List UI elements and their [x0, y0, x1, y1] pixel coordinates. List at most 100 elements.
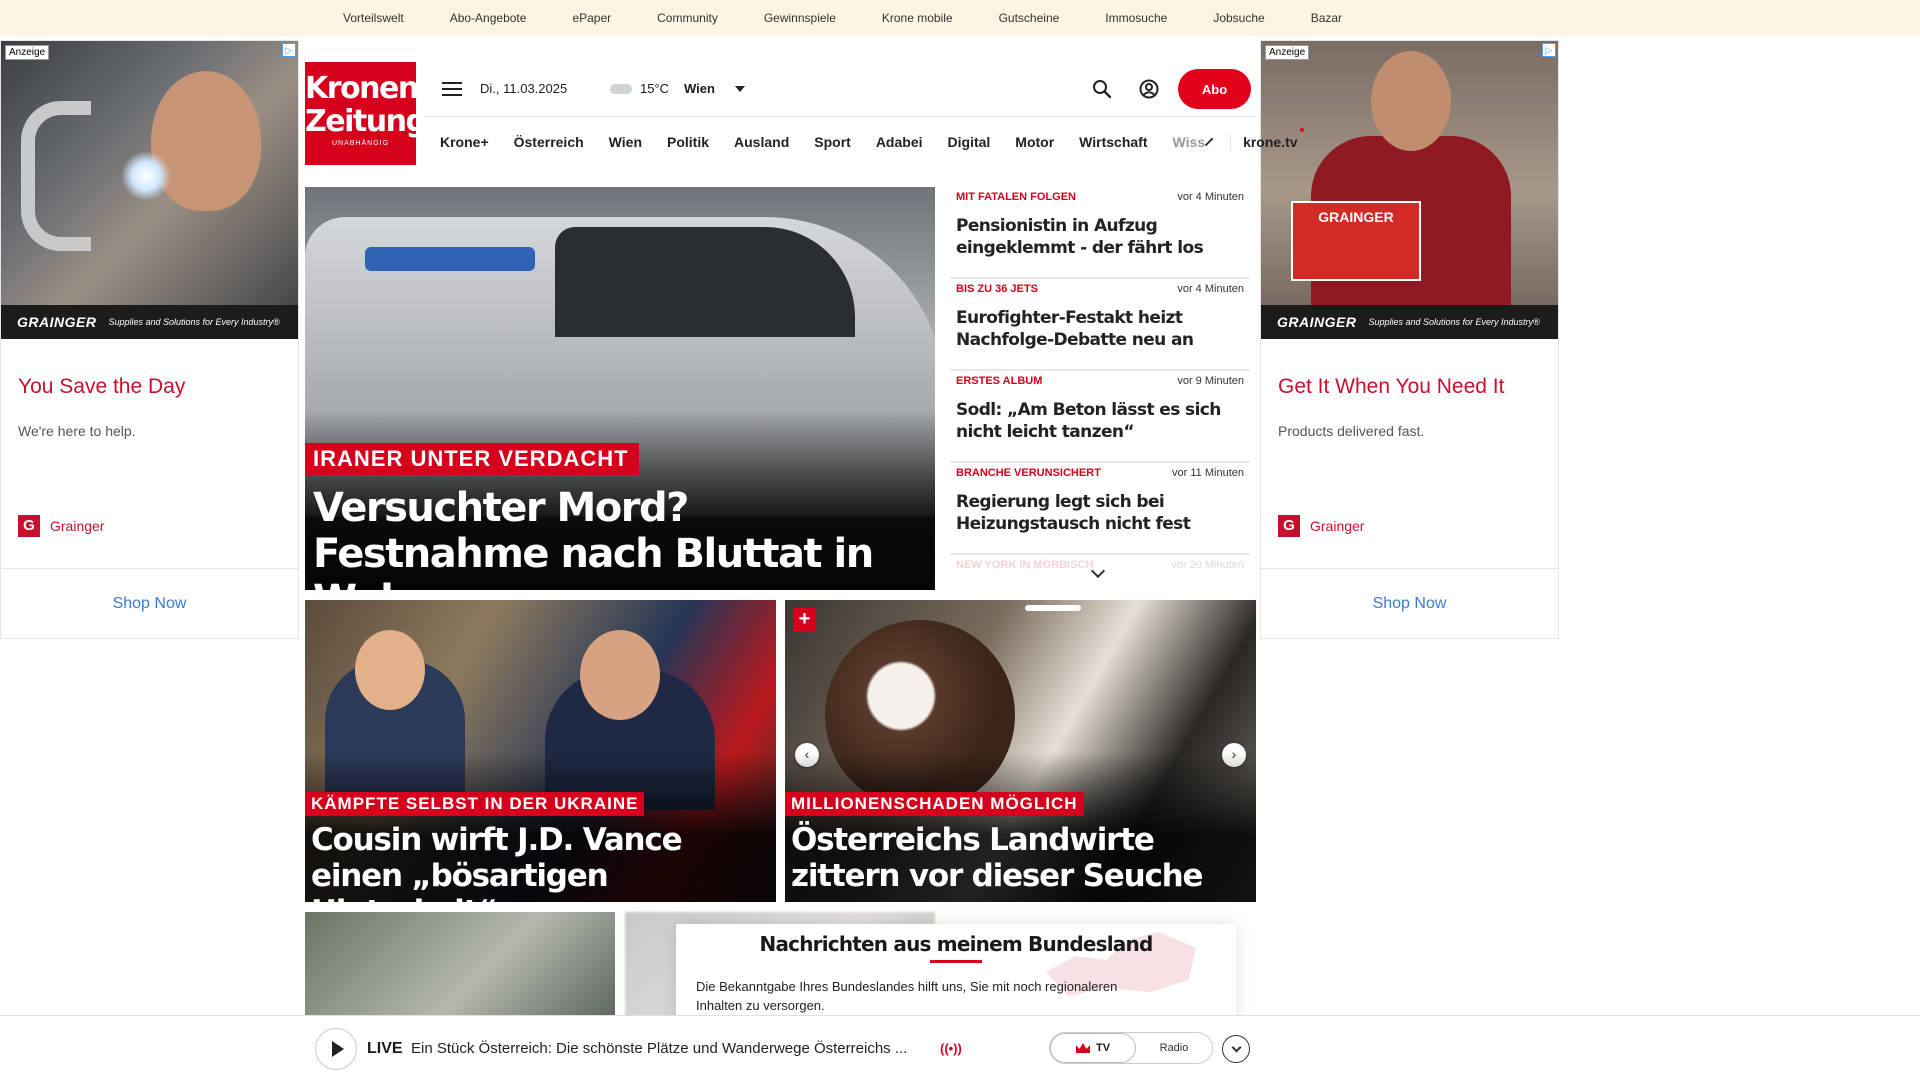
- ad-label: Anzeige: [1265, 45, 1310, 60]
- ad-brand-logo: GRAINGER: [1277, 314, 1357, 330]
- ad-sponsor-name: Grainger: [50, 518, 105, 534]
- topbar-link-immosuche[interactable]: Immosuche: [1105, 11, 1167, 25]
- tv-toggle-option[interactable]: TV: [1050, 1033, 1136, 1063]
- live-stream-title[interactable]: Ein Stück Österreich: Die schönste Plätz…: [411, 1040, 907, 1057]
- main-navigation: Krone+ Österreich Wien Politik Ausland S…: [424, 116, 1305, 166]
- krone-plus-icon: +: [793, 608, 816, 631]
- adchoices-icon[interactable]: ▷: [282, 43, 296, 57]
- pipe-graphic: [21, 101, 91, 251]
- weather-city-select[interactable]: Wien: [684, 81, 715, 96]
- police-light: [365, 247, 535, 271]
- ad-right[interactable]: GRAINGER Anzeige ▷ GRAINGER Supplies and…: [1260, 40, 1559, 639]
- nav-item-ausland[interactable]: Ausland: [734, 134, 789, 150]
- ad-left[interactable]: Anzeige ▷ GRAINGER Supplies and Solution…: [0, 40, 299, 639]
- topbar-link-community[interactable]: Community: [657, 11, 718, 25]
- topbar-link-gewinnspiele[interactable]: Gewinnspiele: [764, 11, 836, 25]
- ad-brand-tagline: Supplies and Solutions for Every Industr…: [108, 317, 280, 327]
- user-account-icon[interactable]: [1139, 79, 1159, 99]
- topbar-link-epaper[interactable]: ePaper: [572, 11, 611, 25]
- grainger-box: GRAINGER: [1291, 201, 1421, 281]
- chevron-right-icon[interactable]: [1204, 137, 1214, 146]
- ad-brand-tagline: Supplies and Solutions for Every Industr…: [1368, 317, 1540, 327]
- ticker-time: vor 11 Minuten: [1172, 467, 1244, 479]
- ad-sponsor[interactable]: G Grainger: [18, 515, 298, 537]
- topbar-link-gutscheine[interactable]: Gutscheine: [999, 11, 1060, 25]
- nav-item-politik[interactable]: Politik: [667, 134, 709, 150]
- ad-left-image[interactable]: Anzeige ▷ GRAINGER Supplies and Solution…: [1, 41, 298, 339]
- nav-item-oesterreich[interactable]: Österreich: [514, 134, 584, 150]
- crown-icon: [1075, 1043, 1090, 1053]
- shop-now-button[interactable]: Shop Now: [1261, 568, 1558, 638]
- topbar-link-jobsuche[interactable]: Jobsuche: [1213, 11, 1264, 25]
- ticker-headline[interactable]: Eurofighter-Festakt heizt Nachfolge-Deba…: [956, 307, 1244, 351]
- car-window: [555, 227, 855, 337]
- topbar-link-vorteilswelt[interactable]: Vorteilswelt: [343, 11, 404, 25]
- card-title[interactable]: Österreichs Landwirte zittern vor dieser…: [791, 822, 1251, 894]
- news-ticker: MIT FATALEN FOLGEN vor 4 Minuten Pension…: [950, 187, 1250, 572]
- nav-item-motor[interactable]: Motor: [1015, 134, 1054, 150]
- ad-subtext: Products delivered fast.: [1278, 423, 1425, 439]
- topbar-link-krone-mobile[interactable]: Krone mobile: [882, 11, 953, 25]
- person-right-head: [580, 630, 660, 720]
- chevron-down-icon[interactable]: [735, 86, 745, 92]
- expand-player-chevron-icon[interactable]: [1222, 1035, 1250, 1063]
- hamburger-menu-icon[interactable]: [442, 82, 462, 96]
- ticker-headline[interactable]: Pensionistin in Aufzug eingeklemmt - der…: [956, 215, 1244, 259]
- hero-kicker: IRANER UNTER VERDACHT: [305, 443, 639, 475]
- bundesland-prompt-text: Die Bekanntgabe Ihres Bundeslandes hilft…: [696, 979, 1118, 1013]
- flashlight-glow: [121, 151, 171, 201]
- tv-toggle-label: TV: [1095, 1042, 1111, 1054]
- shop-now-button[interactable]: Shop Now: [1, 568, 298, 638]
- topbar-link-abo-angebote[interactable]: Abo-Angebote: [450, 11, 527, 25]
- nav-item-krone-tv[interactable]: krone.tv: [1230, 127, 1305, 150]
- ticker-time: vor 9 Minuten: [1177, 375, 1244, 387]
- weather-temperature: 15°C: [640, 81, 670, 96]
- article-card[interactable]: KÄMPFTE SELBST IN DER UKRAINE Cousin wir…: [305, 600, 776, 902]
- broadcast-icon: ((•)): [940, 1041, 962, 1056]
- kronen-zeitung-logo[interactable]: Kronen Zeitung UNABHÄNGIG: [305, 62, 427, 165]
- ticker-item[interactable]: ERSTES ALBUM vor 9 Minuten Sodl: „Am Bet…: [950, 371, 1250, 463]
- hero-title[interactable]: Versuchter Mord? Festnahme nach Bluttat …: [313, 485, 923, 590]
- ticker-item[interactable]: MIT FATALEN FOLGEN vor 4 Minuten Pension…: [950, 187, 1250, 279]
- person-left-head: [355, 630, 425, 710]
- nav-item-digital[interactable]: Digital: [948, 134, 991, 150]
- ad-brand-bar: GRAINGER Supplies and Solutions for Ever…: [1261, 305, 1558, 339]
- ad-headline[interactable]: You Save the Day: [18, 375, 298, 399]
- box-label: GRAINGER: [1318, 209, 1394, 225]
- ticker-item[interactable]: BRANCHE VERUNSICHERT vor 11 Minuten Regi…: [950, 463, 1250, 555]
- ad-brand-logo: GRAINGER: [17, 314, 97, 330]
- topbar-link-bazar[interactable]: Bazar: [1311, 11, 1342, 25]
- live-player-bar: LIVE Ein Stück Österreich: Die schönste …: [0, 1015, 1920, 1080]
- card-title[interactable]: Cousin wirft J.D. Vance einen „bösartige…: [311, 822, 771, 902]
- top-service-bar: Vorteilswelt Abo-Angebote ePaper Communi…: [0, 0, 1920, 36]
- hero-article[interactable]: IRANER UNTER VERDACHT Versuchter Mord? F…: [305, 187, 935, 590]
- logo-line-2: Zeitung: [305, 104, 427, 139]
- search-icon[interactable]: [1092, 79, 1112, 99]
- article-card[interactable]: + ‹ › MILLIONENSCHADEN MÖGLICH Österreic…: [785, 600, 1256, 902]
- live-label: LIVE: [367, 1040, 403, 1057]
- nav-item-sport[interactable]: Sport: [814, 134, 851, 150]
- tv-radio-toggle[interactable]: TV Radio: [1049, 1032, 1213, 1064]
- nav-item-wien[interactable]: Wien: [609, 134, 642, 150]
- nav-item-wirtschaft[interactable]: Wirtschaft: [1079, 134, 1147, 150]
- ad-sponsor[interactable]: G Grainger: [1278, 515, 1558, 537]
- logo-line-1: Kronen: [305, 71, 419, 106]
- ticker-headline[interactable]: Sodl: „Am Beton lässt es sich nicht leic…: [956, 399, 1244, 443]
- ad-subtext: We're here to help.: [18, 423, 136, 439]
- nav-item-adabei[interactable]: Adabei: [876, 134, 923, 150]
- ticker-time: vor 4 Minuten: [1177, 283, 1244, 295]
- ad-right-image[interactable]: GRAINGER Anzeige ▷ GRAINGER Supplies and…: [1261, 41, 1558, 339]
- current-date: Di., 11.03.2025: [480, 81, 568, 96]
- nav-item-kroneplus[interactable]: Krone+: [440, 134, 489, 150]
- ticker-headline[interactable]: Regierung legt sich bei Heizungstausch n…: [956, 491, 1244, 535]
- adchoices-icon[interactable]: ▷: [1542, 43, 1556, 57]
- grainger-logo-icon: G: [1278, 515, 1300, 537]
- ad-headline[interactable]: Get It When You Need It: [1278, 375, 1558, 399]
- play-button[interactable]: [315, 1028, 357, 1070]
- ad-brand-bar: GRAINGER Supplies and Solutions for Ever…: [1, 305, 298, 339]
- nav-item-wissen[interactable]: Wiss: [1173, 134, 1206, 150]
- cloud-icon: [610, 84, 632, 94]
- radio-toggle-option[interactable]: Radio: [1136, 1033, 1212, 1063]
- abo-button[interactable]: Abo: [1178, 69, 1251, 109]
- ticker-item[interactable]: BIS ZU 36 JETS vor 4 Minuten Eurofighter…: [950, 279, 1250, 371]
